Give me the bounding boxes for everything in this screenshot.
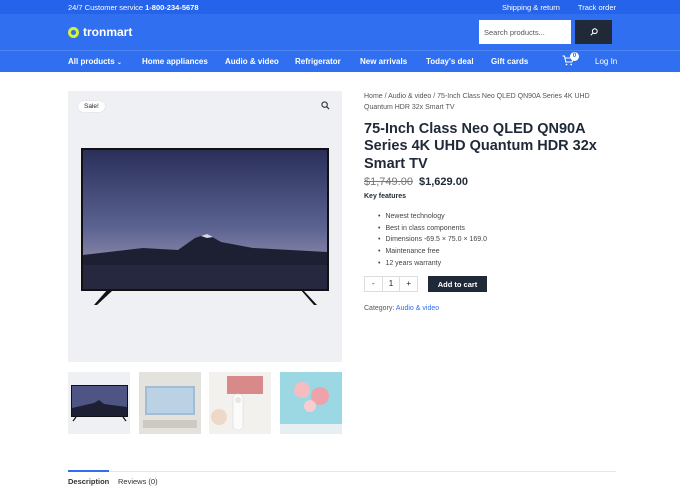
features-list: Newest technology Best in class componen… bbox=[378, 211, 487, 270]
tv-screen bbox=[83, 150, 327, 289]
quantity-stepper: - 1 + bbox=[364, 276, 418, 292]
product-price: $1,749.00 $1,629.00 bbox=[364, 176, 468, 188]
features-heading: Key features bbox=[364, 193, 407, 200]
nav-home-appliances[interactable]: Home appliances bbox=[142, 57, 208, 66]
add-to-cart-button[interactable]: Add to cart bbox=[428, 276, 487, 292]
service-phone[interactable]: 1-800-234-5678 bbox=[145, 3, 198, 12]
search-icon bbox=[589, 28, 598, 36]
main-nav: All products ⌄ Home appliances Audio & v… bbox=[0, 50, 680, 72]
sale-price: $1,629.00 bbox=[419, 176, 468, 188]
search-button[interactable] bbox=[575, 20, 612, 44]
search-input[interactable] bbox=[479, 20, 571, 44]
nav-refrigerator[interactable]: Refrigerator bbox=[295, 57, 341, 66]
product-image-gallery[interactable]: Sale! bbox=[68, 91, 342, 362]
breadcrumb[interactable]: Home / Audio & video / 75-Inch Class Neo… bbox=[364, 92, 614, 113]
thumbnail-4[interactable] bbox=[280, 372, 342, 434]
tv-stand bbox=[94, 289, 317, 305]
tab-description[interactable]: Description bbox=[68, 477, 109, 486]
feature-item: Dimensions -69.5 × 75.0 × 169.0 bbox=[378, 234, 487, 246]
thumbnail-1[interactable] bbox=[68, 372, 130, 434]
feature-item: 12 years warranty bbox=[378, 258, 487, 270]
product-title: 75-Inch Class Neo QLED QN90A Series 4K U… bbox=[364, 121, 597, 172]
qty-increment-button[interactable]: + bbox=[399, 277, 417, 291]
site-header: tronmart bbox=[0, 14, 680, 50]
tv-product-image bbox=[81, 148, 329, 291]
thumbnail-tv-front bbox=[71, 385, 128, 422]
qty-input[interactable]: 1 bbox=[383, 277, 400, 291]
thumbnail-3[interactable] bbox=[209, 372, 271, 434]
tabs-divider bbox=[68, 471, 616, 472]
thumbnail-balloons bbox=[280, 372, 342, 434]
topbar: 24/7 Customer service 1-800-234-5678 Shi… bbox=[0, 0, 680, 14]
feature-item: Maintenance free bbox=[378, 246, 487, 258]
old-price: $1,749.00 bbox=[364, 176, 413, 188]
login-link[interactable]: Log In bbox=[595, 57, 617, 66]
logo-mark-icon bbox=[68, 26, 79, 38]
nav-all-products[interactable]: All products ⌄ bbox=[68, 57, 122, 66]
zoom-icon[interactable] bbox=[321, 101, 330, 112]
chevron-down-icon: ⌄ bbox=[116, 60, 122, 66]
feature-item: Best in class components bbox=[378, 223, 487, 235]
nav-todays-deal[interactable]: Today's deal bbox=[426, 57, 474, 66]
shipping-return-link[interactable]: Shipping & return bbox=[502, 3, 560, 12]
qty-decrement-button[interactable]: - bbox=[365, 277, 383, 291]
thumbnail-2[interactable] bbox=[139, 372, 201, 434]
nav-gift-cards[interactable]: Gift cards bbox=[491, 57, 528, 66]
product-category: Category: Audio & video bbox=[364, 305, 439, 312]
track-order-link[interactable]: Track order bbox=[578, 3, 616, 12]
feature-item: Newest technology bbox=[378, 211, 487, 223]
cart-count-badge: 0 bbox=[570, 52, 579, 61]
nav-audio-video[interactable]: Audio & video bbox=[225, 57, 279, 66]
thumbnail-living-room bbox=[139, 372, 201, 434]
active-tab-indicator bbox=[68, 470, 109, 472]
logo-text: tronmart bbox=[83, 25, 133, 39]
nav-new-arrivals[interactable]: New arrivals bbox=[360, 57, 407, 66]
category-link[interactable]: Audio & video bbox=[396, 305, 439, 312]
logo[interactable]: tronmart bbox=[68, 25, 132, 39]
service-label: 24/7 Customer service bbox=[68, 3, 144, 12]
thumbnail-remote bbox=[209, 372, 271, 434]
cart-button[interactable]: 0 bbox=[562, 52, 579, 68]
sale-badge: Sale! bbox=[78, 101, 105, 112]
customer-service: 24/7 Customer service 1-800-234-5678 bbox=[68, 3, 199, 12]
category-label: Category: bbox=[364, 305, 395, 312]
tab-reviews[interactable]: Reviews (0) bbox=[118, 477, 158, 486]
